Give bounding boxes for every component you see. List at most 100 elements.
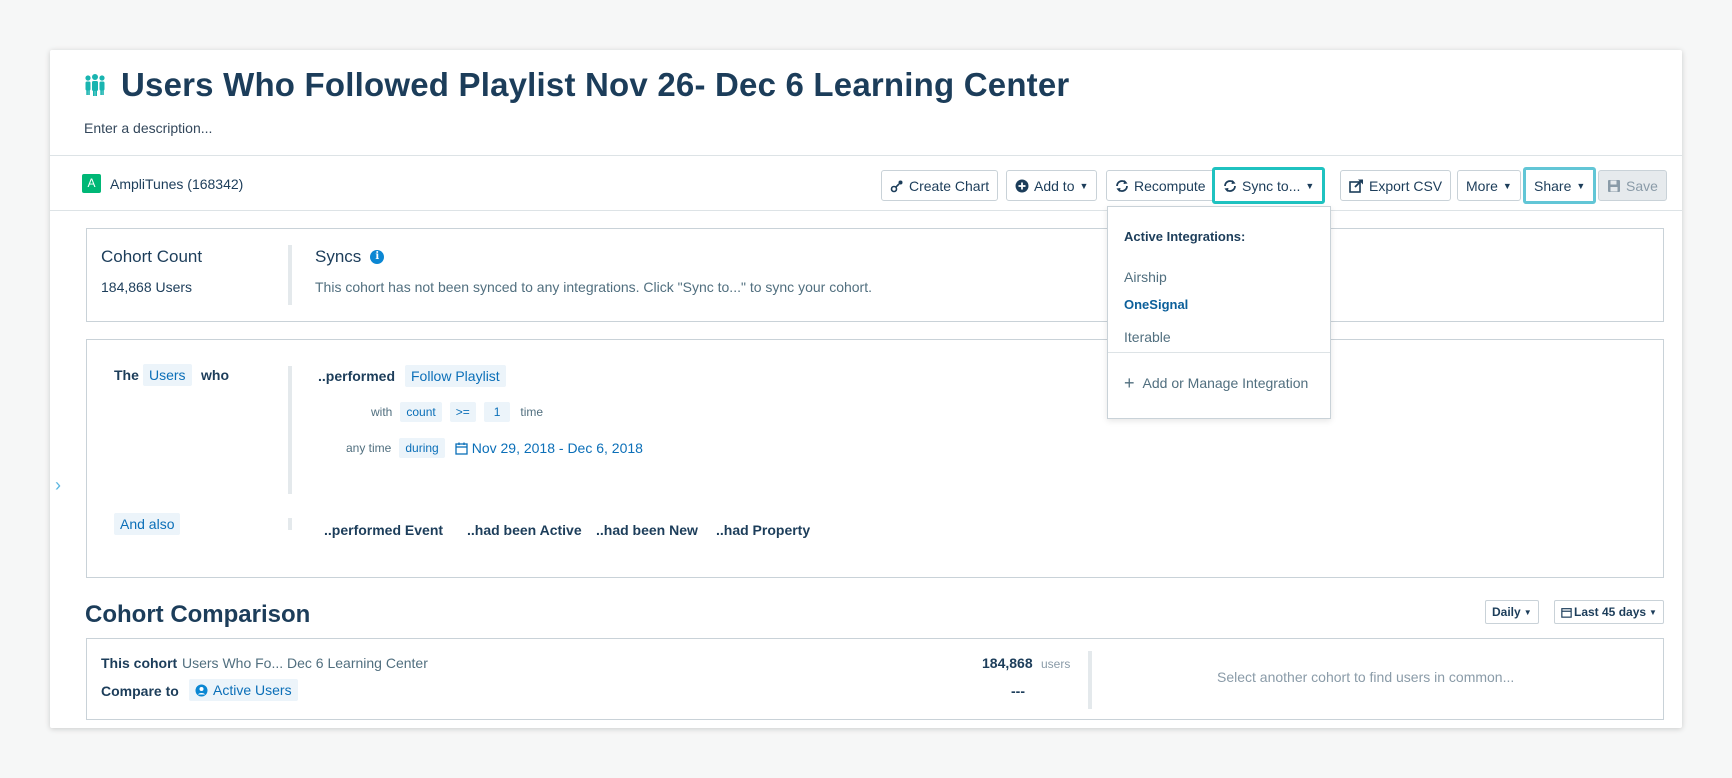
integration-onesignal[interactable]: OneSignal bbox=[1124, 297, 1188, 312]
title-row: Users Who Followed Playlist Nov 26- Dec … bbox=[83, 66, 1069, 104]
count-value-input[interactable]: 1 bbox=[483, 402, 511, 422]
add-performed-event[interactable]: ..performed Event bbox=[324, 522, 443, 538]
count-selector[interactable]: count bbox=[400, 402, 442, 422]
who-label: who bbox=[201, 367, 229, 383]
project-selector[interactable]: A AmpliTunes (168342) bbox=[82, 174, 243, 193]
project-badge: A bbox=[82, 174, 101, 193]
comparison-panel: This cohort Users Who Fo... Dec 6 Learni… bbox=[86, 638, 1664, 720]
integration-airship[interactable]: Airship bbox=[1124, 269, 1167, 285]
divider bbox=[288, 245, 292, 305]
compare-selector[interactable]: Active Users bbox=[189, 679, 298, 701]
and-also-wrap: And also bbox=[114, 513, 181, 535]
add-to-label: Add to bbox=[1034, 177, 1075, 194]
range-select[interactable]: Last 45 days ▼ bbox=[1554, 600, 1664, 624]
users-icon bbox=[85, 74, 105, 96]
chevron-down-icon: ▼ bbox=[1502, 180, 1512, 191]
syncs-message: This cohort has not been synced to any i… bbox=[315, 279, 872, 295]
users-unit: users bbox=[1041, 657, 1071, 671]
project-label: AmpliTunes (168342) bbox=[110, 175, 244, 192]
sync-to-button[interactable]: Sync to... ▼ bbox=[1212, 167, 1326, 204]
during-selector[interactable]: during bbox=[399, 438, 445, 458]
performed-label: ..performed bbox=[318, 368, 396, 384]
recompute-label: Recompute bbox=[1134, 177, 1206, 194]
operator-selector[interactable]: >= bbox=[449, 402, 476, 422]
integration-iterable[interactable]: Iterable bbox=[1124, 329, 1171, 345]
share-button[interactable]: Share ▼ bbox=[1523, 167, 1597, 204]
the-label: The bbox=[114, 367, 139, 383]
comparison-empty-hint: Select another cohort to find users in c… bbox=[1217, 669, 1515, 685]
interval-select[interactable]: Daily ▼ bbox=[1485, 600, 1539, 624]
divider bbox=[1088, 651, 1092, 709]
date-range-picker[interactable]: Nov 29, 2018 - Dec 6, 2018 bbox=[455, 440, 643, 456]
any-time-label: any time bbox=[346, 441, 392, 455]
time-filter-row: any time during Nov 29, 2018 - Dec 6, 20… bbox=[346, 438, 643, 458]
export-csv-button[interactable]: Export CSV bbox=[1340, 170, 1452, 201]
count-filter-row: with count >= 1 time bbox=[371, 402, 543, 422]
active-users-icon bbox=[195, 684, 208, 696]
compare-to-value: Active Users bbox=[213, 682, 292, 698]
cohort-comparison-title: Cohort Comparison bbox=[85, 601, 311, 628]
users-selector[interactable]: Users bbox=[143, 364, 192, 386]
calendar-icon bbox=[1561, 607, 1572, 618]
sync-to-label: Sync to... bbox=[1242, 177, 1301, 194]
chart-link-icon bbox=[890, 180, 903, 192]
chevron-down-icon: ▼ bbox=[1649, 607, 1657, 617]
export-icon bbox=[1349, 178, 1363, 193]
dropdown-heading: Active Integrations: bbox=[1124, 229, 1246, 244]
cohort-card: Users Who Followed Playlist Nov 26- Dec … bbox=[50, 50, 1682, 728]
this-cohort-label: This cohort bbox=[101, 655, 178, 671]
recompute-button[interactable]: Recompute bbox=[1106, 170, 1215, 201]
chevron-down-icon: ▼ bbox=[1576, 180, 1586, 191]
calendar-icon bbox=[455, 442, 468, 455]
and-also-label: And also bbox=[114, 513, 181, 535]
refresh-icon bbox=[1116, 179, 1128, 192]
event-selector[interactable]: Follow Playlist bbox=[405, 365, 506, 387]
plus-circle-icon bbox=[1015, 179, 1029, 192]
create-chart-label: Create Chart bbox=[909, 177, 990, 194]
floppy-disk-icon bbox=[1608, 179, 1620, 192]
date-range-label: Nov 29, 2018 - Dec 6, 2018 bbox=[471, 440, 643, 456]
more-button[interactable]: More ▼ bbox=[1457, 170, 1521, 201]
add-had-been-new[interactable]: ..had been New bbox=[596, 522, 698, 538]
time-label: time bbox=[520, 405, 544, 419]
create-chart-button[interactable]: Create Chart bbox=[881, 170, 999, 201]
add-had-property[interactable]: ..had Property bbox=[716, 522, 810, 538]
sync-dropdown-menu: Active Integrations: Airship OneSignal I… bbox=[1107, 206, 1331, 419]
chevron-right-icon[interactable]: › bbox=[55, 475, 61, 496]
sync-icon bbox=[1224, 179, 1236, 192]
more-label: More bbox=[1466, 177, 1498, 194]
with-label: with bbox=[371, 405, 393, 419]
add-integration-label: Add or Manage Integration bbox=[1142, 375, 1309, 391]
chevron-down-icon: ▼ bbox=[1079, 180, 1089, 191]
chevron-down-icon: ▼ bbox=[1523, 607, 1532, 617]
dropdown-divider bbox=[1108, 352, 1330, 353]
users-selector-wrap: Users bbox=[143, 364, 192, 386]
this-cohort-count: 184,868 bbox=[982, 655, 1033, 671]
page-title[interactable]: Users Who Followed Playlist Nov 26- Dec … bbox=[121, 66, 1069, 104]
info-icon[interactable]: i bbox=[370, 250, 385, 264]
description-field[interactable]: Enter a description... bbox=[84, 120, 212, 136]
divider bbox=[288, 366, 292, 494]
cohort-count-value: 184,868 Users bbox=[101, 279, 193, 295]
syncs-label: Syncs bbox=[315, 247, 362, 266]
add-integration-item[interactable]: + Add or Manage Integration bbox=[1124, 373, 1309, 393]
plus-icon: + bbox=[1124, 373, 1135, 393]
export-csv-label: Export CSV bbox=[1369, 177, 1443, 194]
add-to-button[interactable]: Add to ▼ bbox=[1006, 170, 1098, 201]
share-label: Share bbox=[1534, 177, 1572, 194]
compare-to-tag: Active Users bbox=[189, 679, 298, 701]
cohort-count-label: Cohort Count bbox=[101, 247, 203, 266]
save-button[interactable]: Save bbox=[1598, 170, 1667, 201]
syncs-heading: Syncs i bbox=[315, 247, 385, 267]
event-selector-wrap: Follow Playlist bbox=[405, 365, 506, 387]
definition-panel: The Users who ..performed Follow Playlis… bbox=[86, 339, 1664, 578]
chevron-down-icon: ▼ bbox=[1305, 180, 1315, 191]
range-label: Last 45 days bbox=[1574, 605, 1647, 619]
toolbar: A AmpliTunes (168342) Create Chart Add t… bbox=[50, 155, 1682, 211]
compare-to-label: Compare to bbox=[101, 683, 179, 699]
compare-count: --- bbox=[1011, 683, 1025, 699]
interval-label: Daily bbox=[1492, 605, 1521, 619]
divider bbox=[288, 518, 292, 530]
this-cohort-name: Users Who Fo... Dec 6 Learning Center bbox=[182, 655, 428, 671]
add-had-been-active[interactable]: ..had been Active bbox=[467, 522, 582, 538]
